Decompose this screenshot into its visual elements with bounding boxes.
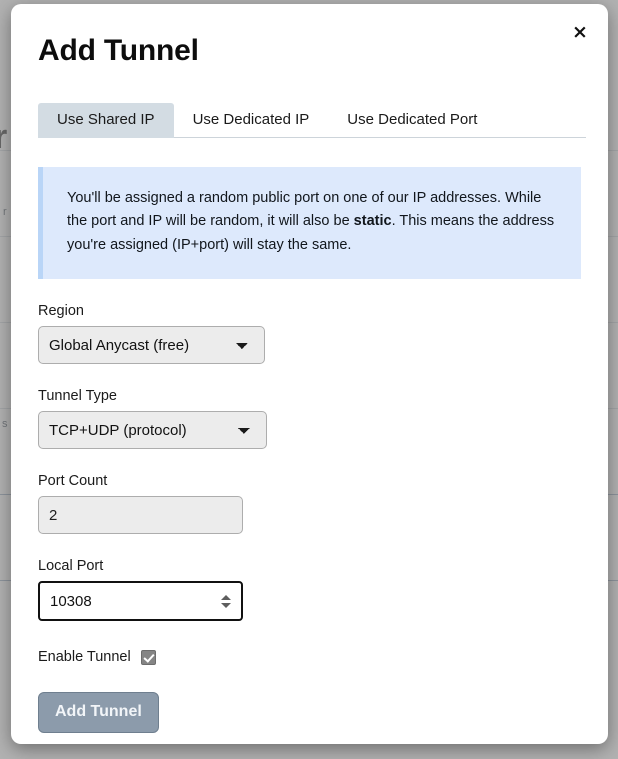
local-port-label: Local Port: [38, 558, 104, 575]
tab-list: Use Shared IP Use Dedicated IP Use Dedic…: [38, 100, 586, 138]
number-stepper[interactable]: [221, 591, 231, 611]
region-select[interactable]: Global Anycast (free): [38, 326, 265, 365]
field-port-count: Port Count: [38, 473, 588, 535]
page-title: Add Tunnel: [38, 34, 199, 67]
tab-use-dedicated-ip[interactable]: Use Dedicated IP: [174, 103, 329, 137]
tab-use-dedicated-port[interactable]: Use Dedicated Port: [328, 103, 496, 137]
field-tunnel-type: Tunnel Type TCP+UDP (protocol): [38, 388, 588, 450]
port-count-label: Port Count: [38, 473, 108, 490]
port-count-input[interactable]: [38, 496, 243, 535]
enable-tunnel-row: Enable Tunnel: [31, 649, 588, 665]
stepper-down-icon[interactable]: [221, 602, 231, 608]
region-label: Region: [38, 303, 84, 320]
field-region: Region Global Anycast (free): [38, 303, 588, 365]
info-callout: You'll be assigned a random public port …: [38, 167, 581, 280]
field-local-port: Local Port: [38, 558, 588, 622]
tab-use-shared-ip[interactable]: Use Shared IP: [38, 103, 174, 138]
enable-tunnel-checkbox[interactable]: [140, 649, 156, 665]
callout-line-2b: . This means: [391, 213, 475, 230]
add-tunnel-button[interactable]: Add Tunnel: [38, 692, 159, 734]
enable-tunnel-label: Enable Tunnel: [38, 649, 131, 666]
tunnel-type-select[interactable]: TCP+UDP (protocol): [38, 411, 267, 450]
tunnel-type-label: Tunnel Type: [38, 388, 117, 405]
close-icon[interactable]: ×: [565, 17, 595, 47]
callout-line-1: You'll be assigned a random public port …: [67, 190, 502, 206]
add-tunnel-modal: × Add Tunnel Use Shared IP Use Dedicated…: [11, 4, 608, 744]
stepper-up-icon[interactable]: [221, 594, 231, 600]
local-port-input[interactable]: [38, 581, 243, 622]
add-tunnel-form: Region Global Anycast (free) Tunnel Type…: [31, 303, 588, 622]
callout-emphasis: static: [353, 213, 392, 230]
